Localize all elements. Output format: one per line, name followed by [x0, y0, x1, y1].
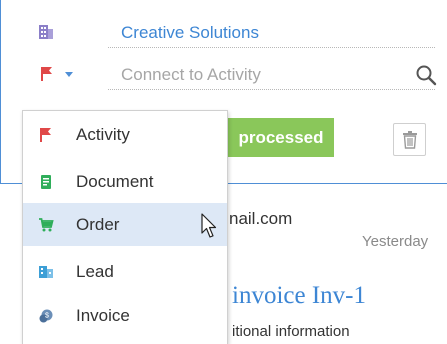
invoice-icon: $ [38, 308, 54, 324]
menu-item-order[interactable]: Order [23, 203, 227, 246]
svg-text:$: $ [45, 313, 49, 320]
menu-item-label: Order [76, 215, 120, 234]
connect-activity-row: Connect to Activity [0, 54, 447, 94]
menu-item-activity[interactable]: Activity [23, 113, 227, 156]
email-text[interactable]: nail.com [229, 209, 292, 229]
menu-item-document[interactable]: Document [23, 160, 227, 203]
lead-icon [38, 264, 54, 280]
connect-activity-input[interactable]: Connect to Activity [108, 60, 435, 90]
menu-item-label: Document [76, 172, 154, 191]
document-icon [38, 174, 54, 190]
trash-icon [403, 131, 417, 149]
menu-item-label: Lead [76, 262, 114, 281]
account-row: Creative Solutions [0, 12, 447, 52]
delete-button[interactable] [393, 123, 426, 156]
invoice-title[interactable]: invoice Inv-1 [232, 282, 366, 310]
date-text: Yesterday [362, 233, 429, 250]
activity-type-menu: Activity Document Order Lead $ Invoice [22, 110, 228, 344]
additional-info-label: itional information [232, 323, 350, 340]
activity-type-dropdown[interactable] [40, 66, 76, 82]
flag-icon [41, 67, 73, 81]
account-link[interactable]: Creative Solutions [108, 18, 435, 48]
chevron-down-icon [65, 72, 73, 77]
flag-icon [38, 127, 54, 143]
menu-item-invoice[interactable]: $ Invoice [23, 294, 227, 337]
menu-item-label: Invoice [76, 306, 130, 325]
mouse-cursor-icon [201, 213, 217, 238]
menu-item-lead[interactable]: Lead [23, 250, 227, 293]
search-icon[interactable] [415, 64, 437, 86]
menu-item-label: Activity [76, 125, 130, 144]
status-badge: processed [224, 118, 334, 157]
building-icon [38, 24, 54, 40]
cart-icon [38, 217, 54, 233]
